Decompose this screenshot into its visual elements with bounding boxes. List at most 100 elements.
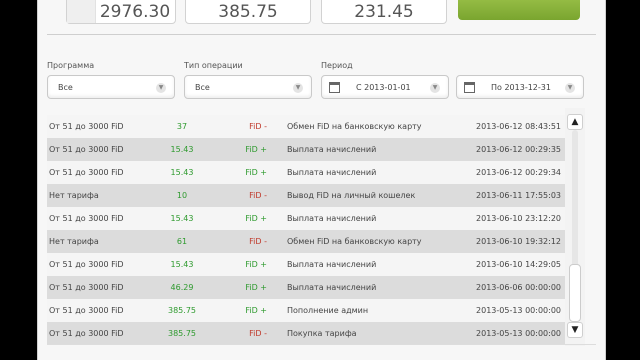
table-row[interactable]: Нет тарифа 61 FiD - Обмен FiD на банковскую… xyxy=(47,230,568,253)
tariff-cell: От 51 до 3000 FiD xyxy=(49,283,124,292)
date-cell: 2013-06-10 14:29:05 xyxy=(476,260,561,269)
amount-cell: 37 xyxy=(176,122,188,131)
action-button[interactable] xyxy=(458,0,580,20)
tariff-cell: От 51 до 3000 FiD xyxy=(49,329,124,338)
balance-value-2: 385.75 xyxy=(218,2,278,22)
amount-cell: 46.29 xyxy=(170,283,194,292)
balance-box-3: 231.45 xyxy=(321,0,447,24)
amount-cell: 15.43 xyxy=(170,214,194,223)
direction-sign: + xyxy=(260,145,267,154)
balance-value-1: 2976.30 xyxy=(99,2,171,22)
description-cell: Выплата начислений xyxy=(287,214,377,223)
table-row[interactable]: От 51 до 3000 FiD 37 FiD - Обмен FiD на бан… xyxy=(47,115,568,138)
direction-sign: - xyxy=(264,237,267,246)
date-from-field[interactable]: С 2013-01-01 ▼ xyxy=(321,75,449,99)
tariff-cell: От 51 до 3000 FiD xyxy=(49,145,124,154)
transactions-table: От 51 до 3000 FiD 37 FiD - Обмен FiD на бан… xyxy=(47,115,568,345)
program-label: Программа xyxy=(47,61,95,70)
table-scrollbar[interactable]: ▲ ▼ xyxy=(565,108,585,346)
table-row[interactable]: От 51 до 3000 FiD 385.75 FiD - Покупка тари… xyxy=(47,322,568,345)
date-cell: 2013-06-10 23:12:20 xyxy=(476,214,561,223)
program-select-value: Все xyxy=(58,83,73,92)
tariff-cell: От 51 до 3000 FiD xyxy=(49,306,124,315)
date-cell: 2013-06-12 00:29:35 xyxy=(476,145,561,154)
amount-cell: 15.43 xyxy=(170,168,194,177)
bottom-divider xyxy=(47,344,596,345)
optype-label: Тип операции xyxy=(184,61,243,70)
currency-code: FiD xyxy=(249,329,262,338)
tariff-cell: От 51 до 3000 FiD xyxy=(49,168,124,177)
currency-code: FiD xyxy=(249,122,262,131)
description-cell: Вывод FiD на личный кошелек xyxy=(287,191,416,200)
calendar-icon[interactable] xyxy=(329,82,340,93)
tariff-cell: От 51 до 3000 FiD xyxy=(49,260,124,269)
optype-select[interactable]: Все ▼ xyxy=(184,75,312,99)
currency-cell: FiD + xyxy=(237,138,267,161)
currency-cell: FiD + xyxy=(237,207,267,230)
description-cell: Выплата начислений xyxy=(287,260,377,269)
arrow-up-icon[interactable]: ▲ xyxy=(567,114,583,130)
tariff-cell: От 51 до 3000 FiD xyxy=(49,214,124,223)
direction-sign: + xyxy=(260,260,267,269)
date-cell: 2013-06-11 17:55:03 xyxy=(476,191,561,200)
table-row[interactable]: От 51 до 3000 FiD 46.29 FiD + Выплата начис… xyxy=(47,276,568,299)
balance-value-3: 231.45 xyxy=(354,2,414,22)
currency-code: FiD xyxy=(249,191,262,200)
amount-cell: 15.43 xyxy=(170,145,194,154)
table-row[interactable]: От 51 до 3000 FiD 15.43 FiD + Выплата начис… xyxy=(47,161,568,184)
calendar-icon[interactable] xyxy=(464,82,475,93)
currency-cell: FiD + xyxy=(237,161,267,184)
table-row[interactable]: От 51 до 3000 FiD 15.43 FiD + Выплата начис… xyxy=(47,138,568,161)
description-cell: Покупка тарифа xyxy=(287,329,357,338)
direction-sign: - xyxy=(264,329,267,338)
currency-code: FiD xyxy=(245,283,258,292)
table-row[interactable]: От 51 до 3000 FiD 385.75 FiD + Пополнение а… xyxy=(47,299,568,322)
stat-box-accent xyxy=(67,0,96,23)
currency-code: FiD xyxy=(249,237,262,246)
currency-cell: FiD - xyxy=(237,184,267,207)
arrow-down-icon[interactable]: ▼ xyxy=(567,322,583,338)
date-cell: 2013-06-12 08:43:51 xyxy=(476,122,561,131)
amount-cell: 10 xyxy=(176,191,188,200)
balance-box-1: 2976.30 xyxy=(66,0,176,24)
direction-sign: + xyxy=(260,168,267,177)
history-panel: 2976.30 385.75 231.45 Программа Тип опер… xyxy=(37,0,606,360)
chevron-down-icon: ▼ xyxy=(565,83,575,93)
optype-select-value: Все xyxy=(195,83,210,92)
direction-sign: + xyxy=(260,306,267,315)
description-cell: Обмен FiD на банковскую карту xyxy=(287,122,422,131)
table-row[interactable]: Нет тарифа 10 FiD - Вывод FiD на личный кош… xyxy=(47,184,568,207)
date-to-value: По 2013-12-31 xyxy=(491,83,551,92)
date-to-field[interactable]: По 2013-12-31 ▼ xyxy=(456,75,584,99)
amount-cell: 15.43 xyxy=(170,260,194,269)
currency-code: FiD xyxy=(245,306,258,315)
period-label: Период xyxy=(321,61,353,70)
description-cell: Обмен FiD на банковскую карту xyxy=(287,237,422,246)
currency-code: FiD xyxy=(245,260,258,269)
currency-cell: FiD + xyxy=(237,299,267,322)
description-cell: Пополнение админ xyxy=(287,306,369,315)
program-select[interactable]: Все ▼ xyxy=(47,75,175,99)
date-cell: 2013-06-12 00:29:34 xyxy=(476,168,561,177)
table-row[interactable]: От 51 до 3000 FiD 15.43 FiD + Выплата начис… xyxy=(47,207,568,230)
scroll-thumb[interactable] xyxy=(569,264,581,322)
balance-box-2: 385.75 xyxy=(185,0,311,24)
table-row[interactable]: От 51 до 3000 FiD 15.43 FiD + Выплата начис… xyxy=(47,253,568,276)
date-cell: 2013-05-13 00:00:00 xyxy=(476,329,561,338)
tariff-cell: От 51 до 3000 FiD xyxy=(49,122,124,131)
direction-sign: - xyxy=(264,122,267,131)
date-cell: 2013-05-13 00:00:00 xyxy=(476,306,561,315)
currency-code: FiD xyxy=(245,214,258,223)
date-cell: 2013-06-10 19:32:12 xyxy=(476,237,561,246)
date-from-value: С 2013-01-01 xyxy=(356,83,411,92)
divider xyxy=(47,34,596,35)
chevron-down-icon: ▼ xyxy=(156,83,166,93)
direction-sign: + xyxy=(260,283,267,292)
direction-sign: + xyxy=(260,214,267,223)
currency-cell: FiD - xyxy=(237,115,267,138)
description-cell: Выплата начислений xyxy=(287,283,377,292)
direction-sign: - xyxy=(264,191,267,200)
date-cell: 2013-06-06 00:00:00 xyxy=(476,283,561,292)
currency-cell: FiD + xyxy=(237,253,267,276)
amount-cell: 385.75 xyxy=(168,329,196,338)
